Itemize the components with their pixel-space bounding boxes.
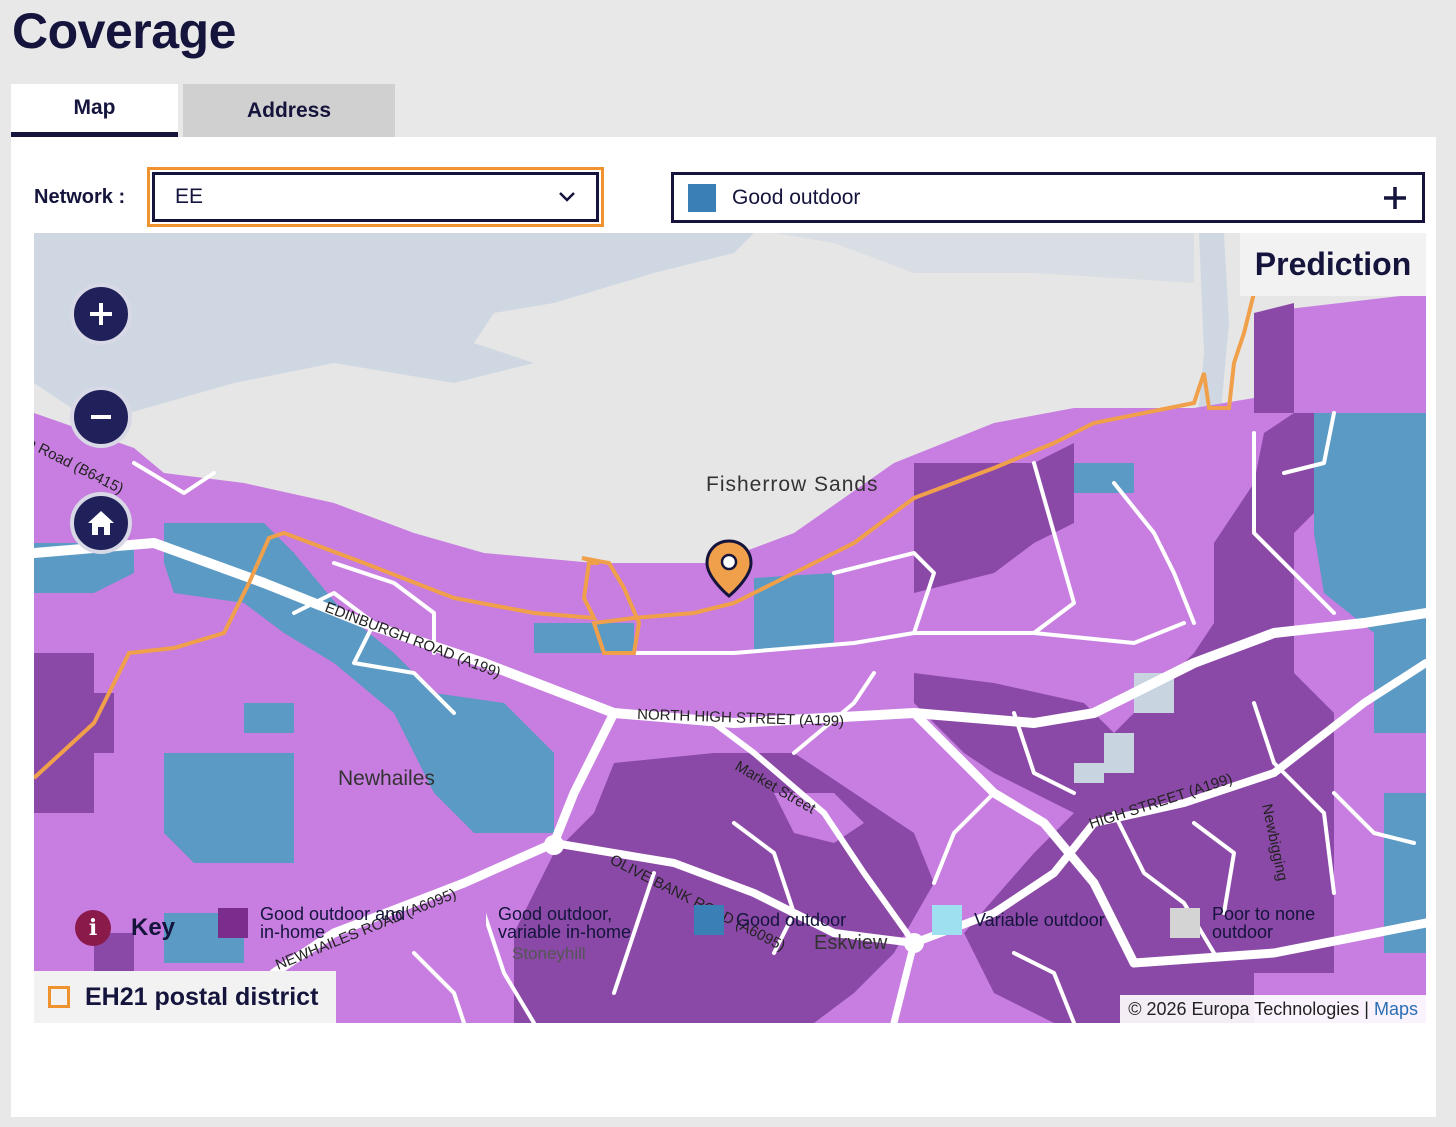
key-item-good-outdoor-variable-in-home: Good outdoor, variable in-home — [456, 905, 658, 941]
tab-map[interactable]: Map — [11, 84, 178, 137]
key-swatch — [932, 905, 962, 935]
coverage-layer-select[interactable]: Good outdoor — [671, 172, 1425, 223]
layer-color-swatch — [688, 183, 716, 212]
page-title: Coverage — [12, 3, 236, 59]
info-icon[interactable]: i — [75, 910, 111, 946]
tab-address[interactable]: Address — [183, 84, 395, 137]
home-icon — [88, 511, 114, 535]
key-swatch — [218, 908, 248, 938]
key-title: Key — [131, 914, 176, 941]
key-label: Variable outdoor — [974, 910, 1105, 930]
district-legend: EH21 postal district — [34, 971, 336, 1023]
plus-icon[interactable] — [1382, 185, 1408, 211]
key-item-variable-outdoor: Variable outdoor — [932, 905, 1134, 935]
key-item-poor-to-none-outdoor: Poor to none outdoor — [1170, 905, 1342, 941]
key-swatch — [1170, 908, 1200, 938]
key-label: Good outdoor and in-home — [260, 904, 406, 942]
view-tabs: Map Address — [11, 84, 395, 137]
coverage-key: i Key Good outdoor and in-home Good outd… — [75, 905, 1395, 951]
home-button[interactable] — [70, 492, 132, 554]
chevron-down-icon — [559, 192, 575, 202]
key-item-good-outdoor-in-home: Good outdoor and in-home — [218, 905, 420, 941]
key-item-good-outdoor: Good outdoor — [694, 905, 896, 935]
place-label-fisherrow-sands: Fisherrow Sands — [706, 473, 879, 496]
key-swatch — [456, 908, 486, 938]
zoom-in-button[interactable] — [70, 283, 132, 345]
network-value: EE — [175, 185, 204, 208]
zoom-out-button[interactable] — [70, 386, 132, 448]
map-panel: Network : EE Good outdoor Fisherrow Sand… — [11, 137, 1436, 1117]
district-swatch — [48, 986, 70, 1008]
network-label: Network : — [34, 186, 126, 208]
key-label: Good outdoor, variable in-home — [498, 904, 632, 942]
key-swatch — [694, 905, 724, 935]
key-label: Good outdoor — [736, 910, 847, 930]
attribution-maps-link[interactable]: Maps — [1374, 999, 1418, 1020]
minus-icon — [91, 415, 111, 419]
key-label: Poor to none outdoor — [1212, 904, 1316, 942]
prediction-label: Prediction — [1240, 233, 1426, 296]
place-label-newhailes: Newhailes — [338, 767, 435, 790]
layer-value: Good outdoor — [732, 185, 861, 209]
district-label: EH21 postal district — [85, 982, 319, 1011]
attribution-text: © 2026 Europa Technologies | — [1128, 998, 1369, 1019]
plus-icon — [90, 303, 112, 325]
map-attribution: © 2026 Europa Technologies | Maps — [1120, 995, 1426, 1023]
network-select[interactable]: EE — [147, 167, 604, 227]
